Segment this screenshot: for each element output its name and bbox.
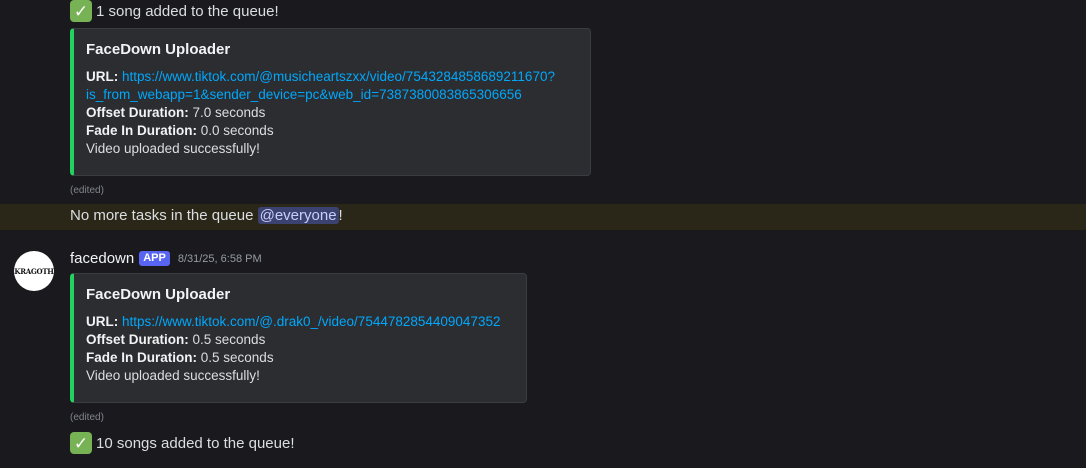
check-mark-icon: ✓ — [70, 0, 92, 22]
avatar[interactable]: KRAGOTH — [14, 251, 54, 291]
edited-label: (edited) — [70, 412, 104, 423]
embed-title: FaceDown Uploader — [86, 41, 231, 58]
offset-label: Offset Duration: — [86, 105, 189, 120]
message-text: 1 song added to the queue! — [96, 2, 279, 20]
embed-card: FaceDown Uploader URL: https://www.tikto… — [70, 28, 591, 176]
embed-card: FaceDown Uploader URL: https://www.tikto… — [70, 273, 527, 403]
message-header: facedown APP 8/31/25, 6:58 PM — [70, 250, 262, 267]
fade-value: 0.0 seconds — [200, 123, 274, 138]
username[interactable]: facedown — [70, 250, 134, 267]
embed-offset-row: Offset Duration: 0.5 seconds — [86, 331, 510, 349]
url-link-continued[interactable]: is_from_webapp=1&sender_device=pc&web_id… — [86, 87, 522, 102]
url-label: URL: — [86, 314, 119, 329]
offset-label: Offset Duration: — [86, 332, 189, 347]
message-text: No more tasks in the queue @everyone! — [70, 207, 343, 224]
embed-status: Video uploaded successfully! — [86, 141, 260, 156]
embed-title: FaceDown Uploader — [86, 286, 231, 303]
fade-label: Fade In Duration: — [86, 350, 197, 365]
offset-value: 7.0 seconds — [192, 105, 266, 120]
message-no-tasks: No more tasks in the queue @everyone! — [0, 204, 1086, 230]
fade-value: 0.5 seconds — [200, 350, 274, 365]
embed-url-row: URL: https://www.tiktok.com/@.drak0_/vid… — [86, 313, 510, 331]
offset-value: 0.5 seconds — [192, 332, 266, 347]
app-badge: APP — [139, 251, 170, 266]
url-label: URL: — [86, 69, 119, 84]
mention-everyone[interactable]: @everyone — [257, 207, 339, 224]
no-tasks-suffix: ! — [338, 207, 343, 224]
edited-label: (edited) — [70, 185, 104, 196]
check-mark-icon: ✓ — [70, 432, 92, 454]
message-text: 10 songs added to the queue! — [96, 434, 295, 452]
message-queue-added-10: ✓ 10 songs added to the queue! — [70, 432, 295, 454]
embed-fade-row: Fade In Duration: 0.5 seconds — [86, 349, 510, 367]
embed-offset-row: Offset Duration: 7.0 seconds — [86, 104, 574, 122]
message-queue-added-1: ✓ 1 song added to the queue! — [70, 0, 279, 22]
timestamp[interactable]: 8/31/25, 6:58 PM — [178, 253, 262, 265]
embed-url-row-continued: is_from_webapp=1&sender_device=pc&web_id… — [86, 86, 574, 104]
embed-fade-row: Fade In Duration: 0.0 seconds — [86, 122, 574, 140]
embed-url-row: URL: https://www.tiktok.com/@musichearts… — [86, 68, 574, 86]
url-link[interactable]: https://www.tiktok.com/@.drak0_/video/75… — [122, 314, 500, 329]
embed-status: Video uploaded successfully! — [86, 368, 260, 383]
no-tasks-text: No more tasks in the queue — [70, 207, 258, 224]
avatar-logo: KRAGOTH — [14, 266, 54, 276]
fade-label: Fade In Duration: — [86, 123, 197, 138]
url-link[interactable]: https://www.tiktok.com/@musicheartszxx/v… — [122, 69, 555, 84]
